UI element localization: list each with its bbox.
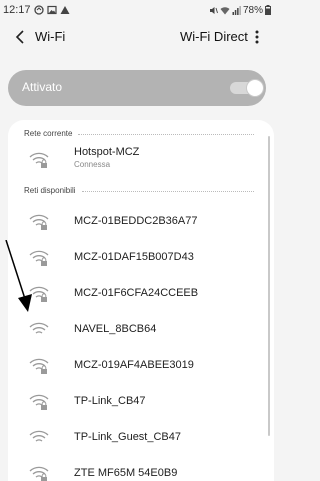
status-time: 12:17 (3, 4, 31, 16)
network-list-card: Rete corrente Hotspot-MCZ Connessa Reti … (8, 120, 274, 481)
network-row[interactable]: NAVEL_8BCB64 (16, 312, 266, 348)
wifi-toggle-switch[interactable] (230, 79, 264, 97)
status-left: 12:17 (3, 4, 70, 16)
chevron-left-icon (15, 30, 24, 44)
network-row[interactable]: MCZ-019AF4ABEE3019 (16, 348, 266, 384)
scrollbar[interactable] (268, 136, 270, 436)
battery-percent: 78% (242, 4, 263, 16)
app-header: Wi-Fi Wi-Fi Direct (0, 24, 274, 52)
divider (78, 134, 254, 135)
wifi-locked-icon (29, 466, 49, 481)
wifi-open-icon (29, 430, 49, 442)
network-row[interactable]: TP-Link_CB47 (16, 384, 266, 420)
network-row[interactable]: MCZ-01DAF15B007D43 (16, 240, 266, 276)
network-name: MCZ-019AF4ABEE3019 (74, 359, 194, 371)
wifi-toggle-card[interactable]: Attivato (8, 70, 266, 106)
network-row[interactable]: TP-Link_Guest_CB47 (16, 420, 266, 456)
wifi-locked-icon (29, 394, 49, 410)
network-name: MCZ-01F6CFA24CCEEB (74, 287, 199, 299)
wifi-locked-icon (29, 152, 49, 168)
battery-icon (265, 5, 271, 15)
more-vertical-icon (255, 30, 259, 44)
wifi-toggle-label: Attivato (22, 80, 63, 94)
sync-icon (33, 5, 44, 15)
status-bar: 12:17 78% (0, 0, 274, 20)
network-name: TP-Link_CB47 (74, 395, 146, 407)
wifi-locked-icon (29, 358, 49, 374)
available-networks-section-label: Reti disponibili (24, 186, 254, 195)
page-title: Wi-Fi (35, 29, 66, 44)
divider (81, 191, 254, 192)
current-network-name: Hotspot-MCZ (74, 146, 140, 158)
wifi-open-icon (29, 322, 49, 334)
wifi-locked-icon (29, 214, 49, 230)
mute-icon (209, 6, 218, 15)
available-networks-heading: Reti disponibili (24, 186, 76, 195)
toggle-knob (246, 79, 264, 97)
network-name: MCZ-01DAF15B007D43 (74, 251, 194, 263)
current-network-row[interactable]: Hotspot-MCZ Connessa (16, 142, 266, 178)
network-row[interactable]: MCZ-01BEDDC2B36A77 (16, 204, 266, 240)
image-icon (46, 5, 57, 15)
network-row[interactable]: MCZ-01F6CFA24CCEEB (16, 276, 266, 312)
current-network-status: Connessa (74, 160, 111, 169)
network-row[interactable]: ZTE MF65M 54E0B9 (16, 456, 266, 481)
more-options-button[interactable] (250, 27, 264, 47)
annotation-arrow (5, 240, 32, 312)
network-name: MCZ-01BEDDC2B36A77 (74, 215, 198, 227)
wifi-icon (220, 6, 230, 15)
current-network-heading: Rete corrente (24, 129, 73, 138)
wifi-direct-button[interactable]: Wi-Fi Direct (180, 29, 248, 44)
network-name: NAVEL_8BCB64 (74, 323, 157, 335)
status-right: 78% (209, 5, 271, 16)
warning-icon (60, 5, 70, 15)
network-name: TP-Link_Guest_CB47 (74, 431, 181, 443)
back-button[interactable] (10, 27, 30, 47)
current-network-section-label: Rete corrente (24, 129, 254, 138)
signal-icon (232, 5, 241, 15)
network-name: ZTE MF65M 54E0B9 (74, 467, 178, 479)
